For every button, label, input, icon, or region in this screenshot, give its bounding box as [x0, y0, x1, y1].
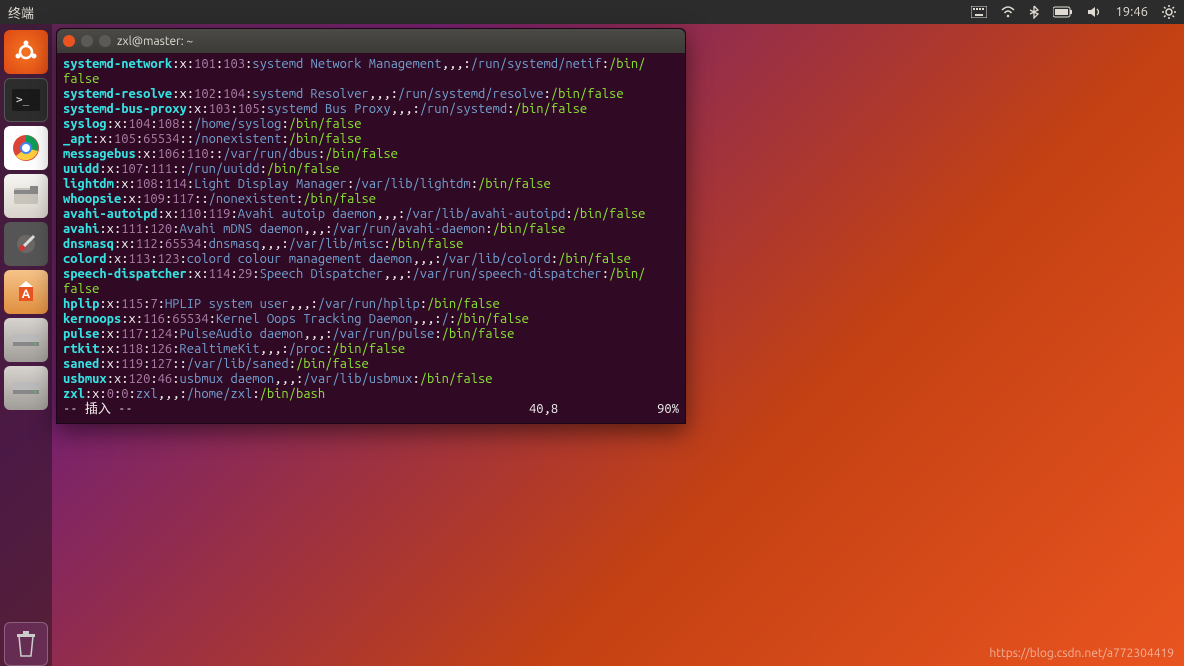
- maximize-icon[interactable]: [99, 35, 111, 47]
- gear-icon[interactable]: [1162, 5, 1176, 19]
- clock[interactable]: 19:46: [1115, 5, 1148, 19]
- keyboard-icon[interactable]: [971, 6, 987, 18]
- launcher-disk-2[interactable]: [4, 366, 48, 410]
- close-icon[interactable]: [63, 35, 75, 47]
- bluetooth-icon[interactable]: [1029, 5, 1039, 19]
- terminal-body[interactable]: systemd-network:x:101:103:systemd Networ…: [57, 53, 685, 423]
- launcher-chrome[interactable]: [4, 126, 48, 170]
- svg-text:>_: >_: [16, 93, 30, 106]
- app-title: 终端: [8, 3, 34, 22]
- terminal-window[interactable]: zxl@master: ~ systemd-network:x:101:103:…: [56, 28, 686, 424]
- watermark: https://blog.csdn.net/a772304419: [989, 647, 1174, 660]
- battery-icon[interactable]: [1053, 6, 1073, 18]
- terminal-titlebar[interactable]: zxl@master: ~: [57, 29, 685, 53]
- launcher-software[interactable]: A: [4, 270, 48, 314]
- wifi-icon[interactable]: [1001, 6, 1015, 18]
- svg-text:A: A: [22, 288, 31, 301]
- unity-launcher: >_ A: [0, 24, 52, 666]
- window-title: zxl@master: ~: [117, 35, 193, 48]
- minimize-icon[interactable]: [81, 35, 93, 47]
- launcher-files[interactable]: [4, 174, 48, 218]
- launcher-disk-1[interactable]: [4, 318, 48, 362]
- top-menubar: 终端 19:46: [0, 0, 1184, 24]
- volume-icon[interactable]: [1087, 6, 1101, 18]
- launcher-terminal[interactable]: >_: [4, 78, 48, 122]
- launcher-settings[interactable]: [4, 222, 48, 266]
- launcher-trash[interactable]: [4, 622, 48, 666]
- launcher-dash[interactable]: [4, 30, 48, 74]
